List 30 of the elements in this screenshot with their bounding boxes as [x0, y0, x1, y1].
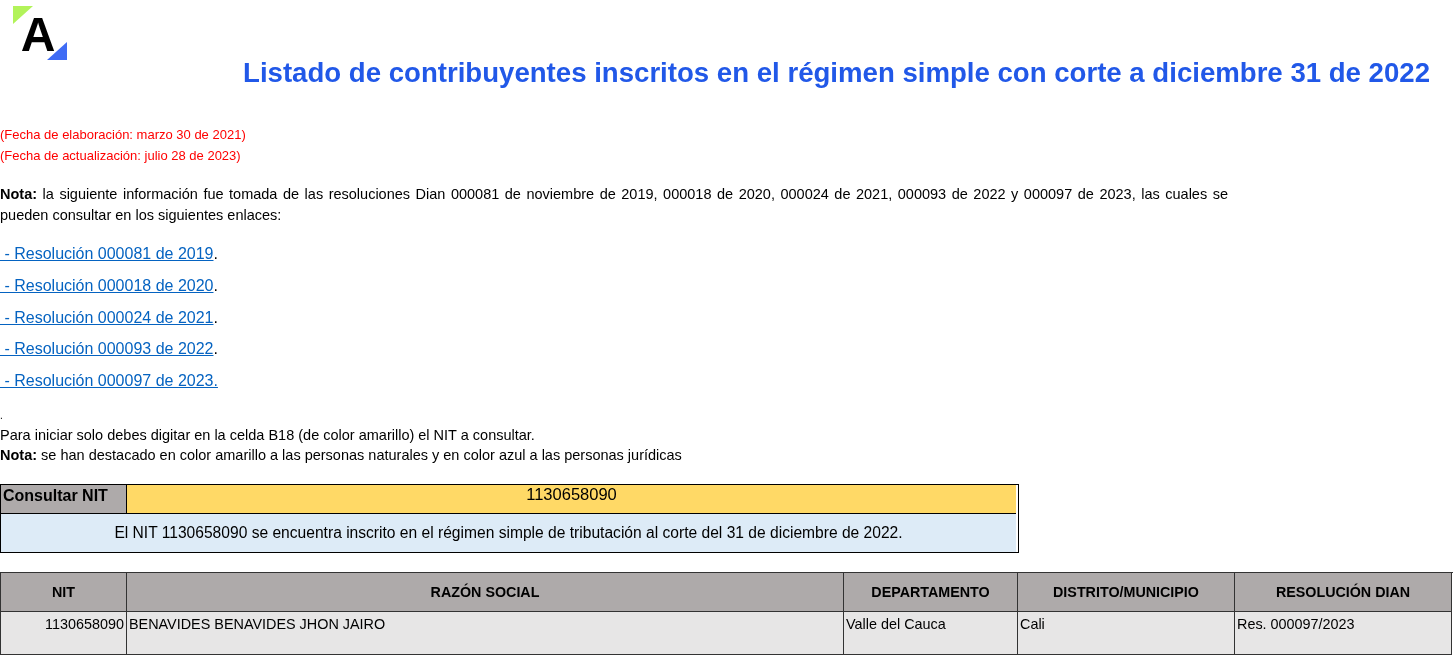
page-title: Listado de contribuyentes inscritos en el régimen simple con corte a diciembre 31 de 2022 — [242, 56, 1430, 90]
resolution-link[interactable]: - Resolución 000018 de 2020 — [0, 276, 214, 294]
period-text: . — [213, 340, 218, 358]
table-cell: 1130658090 — [1, 611, 127, 655]
instruction-text: Nota: se han destacado en color amarillo a las personas naturales y en color azul a las personas jurídicas — [0, 445, 683, 465]
lookup-label: Consultar NIT — [1, 484, 127, 514]
column-header: DEPARTAMENTO — [844, 572, 1018, 612]
nit-input-field[interactable]: 1130658090 — [127, 484, 1016, 514]
lookup-result-message: El NIT 1130658090 se encuentra inscrito en el régimen simple de tributación al corte del 31 de diciembre de 2022. — [1, 513, 1016, 552]
table-cell: Res. 000097/2023 — [1235, 611, 1452, 655]
period-text: . — [0, 408, 4, 423]
column-header: NIT — [1, 572, 127, 612]
column-header: RAZÓN SOCIAL — [127, 572, 844, 612]
table-cell: Valle del Cauca — [844, 611, 1018, 655]
resolution-link[interactable]: - Resolución 000024 de 2021 — [0, 308, 214, 326]
column-header: RESOLUCIÓN DIAN — [1235, 572, 1452, 612]
resolution-link[interactable]: - Resolución 000093 de 2022 — [0, 340, 214, 358]
instruction-text: Para iniciar solo debes digitar en la celda B18 (de color amarillo) el NIT a consultar. — [0, 425, 536, 445]
column-header: DISTRITO/MUNICIPIO — [1018, 572, 1235, 612]
resolution-link[interactable]: - Resolución 000097 de 2023. — [0, 372, 218, 389]
period-text: . — [213, 308, 218, 326]
intro-note: Nota: la siguiente información fue tomada de las resoluciones Dian 000081 de noviembre de 2019, 000018 de 2020, 000024 de 2021, 000093 de 2022 y 000097 de 2023, las cuales se pueden consultar en los siguientes enlaces: — [0, 185, 1228, 225]
period-text: . — [213, 276, 218, 294]
date-note: (Fecha de actualización: julio 28 de 2023) — [0, 147, 242, 165]
resolution-link[interactable]: - Resolución 000081 de 2019 — [0, 245, 214, 262]
table-cell: Cali — [1018, 611, 1235, 655]
date-note: (Fecha de elaboración: marzo 30 de 2021) — [0, 126, 247, 144]
period-text: . — [213, 245, 218, 262]
table-cell: BENAVIDES BENAVIDES JHON JAIRO — [127, 611, 844, 655]
logo: A — [13, 6, 67, 60]
